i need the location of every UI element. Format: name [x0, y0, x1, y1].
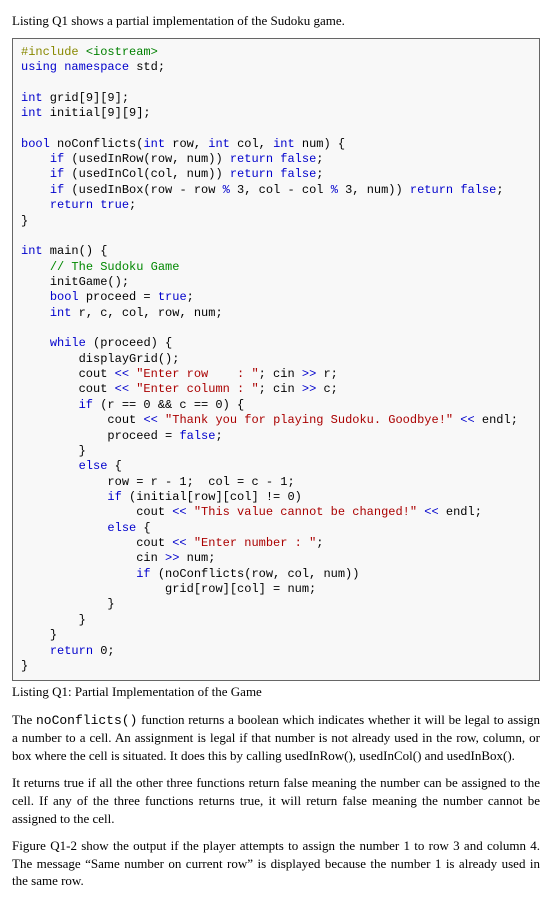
paragraph-2: It returns true if all the other three f…: [12, 774, 540, 827]
paragraph-1: The noConflicts() function returns a boo…: [12, 711, 540, 765]
inline-code: noConflicts(): [36, 713, 137, 728]
intro-text: Listing Q1 shows a partial implementatio…: [12, 12, 540, 30]
code-listing: #include <iostream> using namespace std;…: [12, 38, 540, 682]
listing-caption: Listing Q1: Partial Implementation of th…: [12, 683, 540, 701]
paragraph-3: Figure Q1-2 show the output if the playe…: [12, 837, 540, 890]
